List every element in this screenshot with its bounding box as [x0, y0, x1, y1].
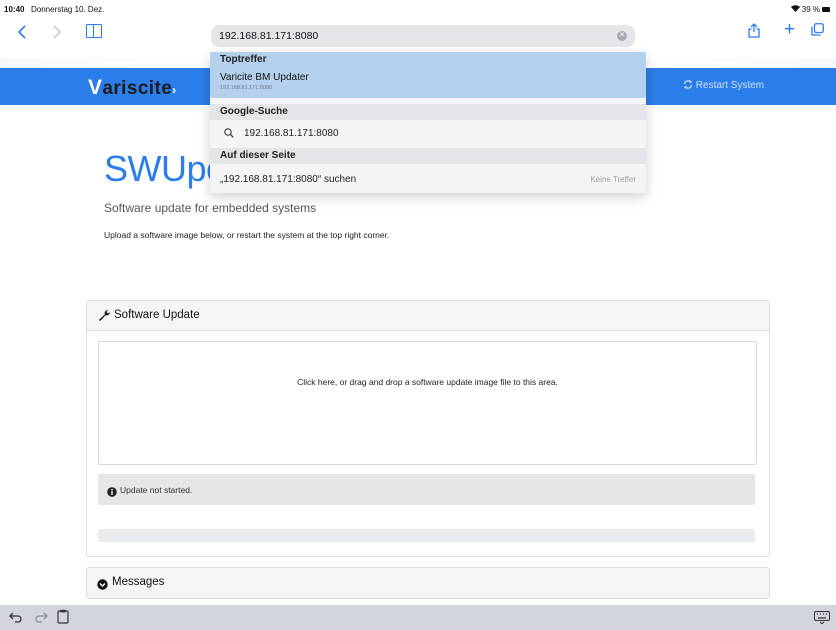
keyboard-icon[interactable] — [814, 611, 830, 629]
update-status-box: Update not started. — [98, 474, 755, 505]
upload-dropzone[interactable]: Click here, or drag and drop a software … — [98, 341, 757, 465]
update-progress-bar — [98, 529, 755, 542]
status-time: 10:40 — [4, 5, 25, 14]
brand-arrow-icon: › — [172, 83, 177, 97]
new-tab-button[interactable]: + — [784, 19, 796, 40]
on-page-header: Auf dieser Seite — [210, 148, 646, 164]
paste-icon[interactable] — [57, 609, 69, 629]
battery-percent: 39 % — [801, 5, 820, 14]
chevron-left-icon — [17, 25, 26, 39]
restart-system-link[interactable]: Restart System — [683, 80, 764, 91]
top-hits-header: Toptreffer — [210, 52, 646, 68]
share-icon — [748, 23, 760, 38]
forward-button[interactable] — [52, 25, 62, 43]
no-results-label: Keine Treffer — [590, 175, 636, 184]
page-title: SWUpc — [104, 148, 224, 189]
google-search-suggestion[interactable]: 192.168.81.171:8080 — [210, 120, 646, 148]
brand-logo[interactable]: Variscite› — [88, 76, 177, 100]
top-hit-url: 192.168.81.171:8080 — [220, 85, 272, 91]
address-bar[interactable]: ✕ — [211, 25, 635, 47]
battery-icon — [822, 7, 830, 12]
url-input[interactable] — [219, 27, 609, 45]
messages-panel-toggle[interactable]: Messages — [86, 567, 770, 599]
toolbar-shadow-right — [650, 58, 836, 68]
refresh-icon — [683, 80, 693, 89]
find-on-page-text: „192.168.81.171:8080“ suchen — [220, 174, 357, 185]
toolbar-shadow-left — [0, 58, 200, 68]
software-update-title: Software Update — [114, 309, 200, 321]
chevron-circle-down-icon — [97, 577, 108, 595]
google-query: 192.168.81.171:8080 — [244, 128, 339, 139]
plus-icon: + — [784, 19, 796, 40]
top-hit-title: Varicite BM Updater — [220, 72, 309, 83]
wifi-icon — [790, 5, 800, 14]
clear-icon[interactable]: ✕ — [617, 31, 627, 41]
info-icon — [107, 484, 117, 502]
software-update-header: Software Update — [87, 301, 769, 331]
find-on-page-suggestion[interactable]: „192.168.81.171:8080“ suchen Keine Treff… — [210, 164, 646, 193]
dropzone-message: Click here, or drag and drop a software … — [297, 377, 558, 387]
chevron-right-icon — [53, 25, 62, 39]
top-hit-suggestion[interactable]: Varicite BM Updater 192.168.81.171:8080 — [210, 68, 646, 98]
bookmarks-icon[interactable] — [86, 24, 102, 38]
search-icon — [224, 128, 234, 141]
url-suggestions-dropdown: Toptreffer Varicite BM Updater 192.168.8… — [210, 52, 646, 193]
page-description: Upload a software image below, or restar… — [104, 230, 390, 240]
brand-v: V — [88, 76, 103, 99]
google-search-header: Google-Suche — [210, 104, 646, 120]
undo-icon[interactable] — [9, 610, 23, 628]
share-button[interactable] — [748, 23, 760, 38]
status-date: Donnerstag 10. Dez. — [31, 5, 105, 14]
update-status-text: Update not started. — [120, 485, 193, 495]
tabs-icon — [811, 23, 824, 36]
back-button[interactable] — [17, 25, 27, 43]
redo-icon[interactable] — [34, 610, 48, 628]
wrench-icon — [98, 309, 111, 327]
software-update-panel: Software Update Click here, or drag and … — [86, 300, 770, 557]
tabs-button[interactable] — [811, 23, 824, 36]
page-subtitle: Software update for embedded systems — [104, 201, 317, 215]
brand-name: ariscite — [102, 78, 173, 99]
status-bar: 10:40 Donnerstag 10. Dez. 39 % — [0, 0, 836, 18]
restart-label: Restart System — [695, 80, 765, 91]
messages-title: Messages — [112, 576, 165, 588]
keyboard-shortcut-bar — [0, 605, 836, 630]
status-right: 39 % — [790, 5, 830, 14]
